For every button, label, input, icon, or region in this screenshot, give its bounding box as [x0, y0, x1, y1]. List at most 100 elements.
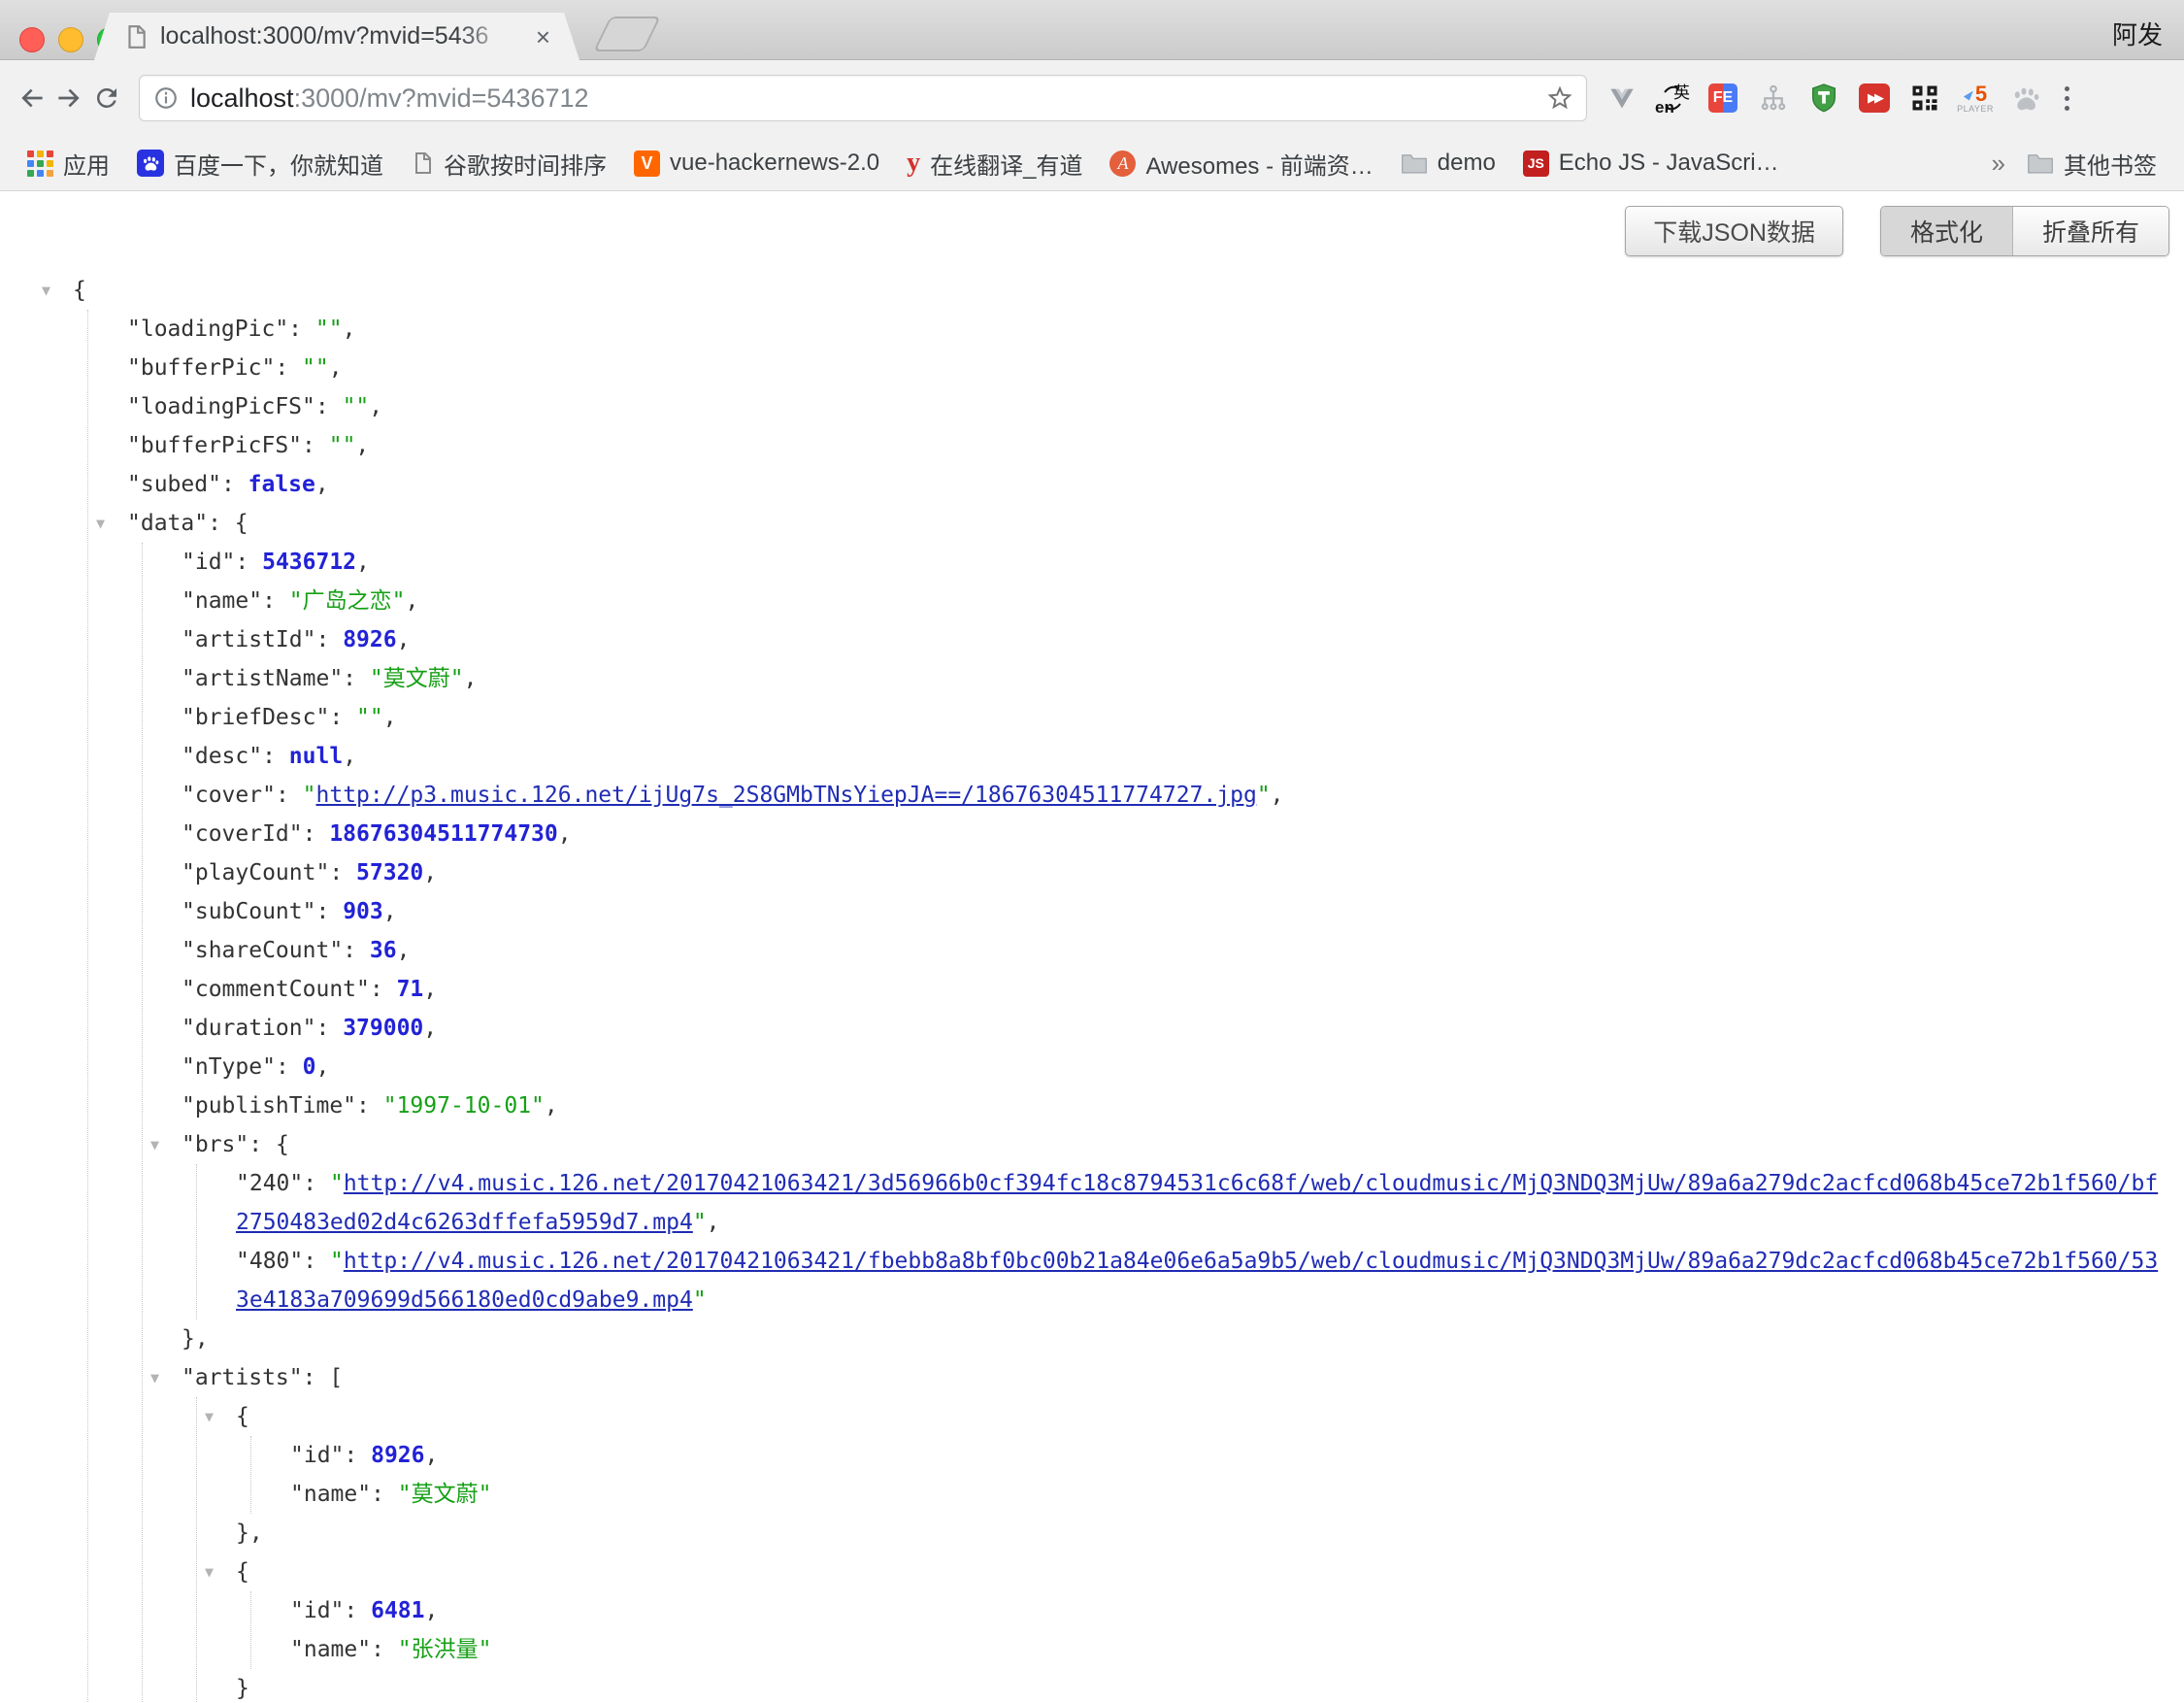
json-punct: }, [236, 1520, 263, 1546]
bookmark-demo-folder[interactable]: demo [1387, 150, 1509, 177]
json-line: "artistId": 8926, [143, 620, 2163, 659]
other-bookmarks-folder[interactable]: 其他书签 [2013, 147, 2170, 181]
collapse-toggle-icon[interactable]: ▼ [42, 271, 50, 310]
json-punct: : [303, 1171, 330, 1196]
json-line: "id": 5436712, [143, 543, 2163, 582]
json-punct: " [303, 783, 316, 808]
collapse-all-button[interactable]: 折叠所有 [2012, 207, 2168, 255]
json-punct: : [356, 1093, 383, 1119]
json-value: "莫文蔚" [398, 1482, 492, 1507]
bookmark-google-sort[interactable]: 谷歌按时间排序 [397, 147, 620, 181]
json-line: "loadingPic": "", [88, 310, 2163, 349]
json-punct: , [545, 1093, 558, 1119]
bookmark-label: demo [1438, 150, 1496, 177]
json-punct: , [397, 938, 411, 963]
json-line: "loadingPicFS": "", [88, 387, 2163, 426]
json-value: 57320 [356, 860, 423, 885]
json-key: "240" [236, 1171, 303, 1196]
minimize-window-icon[interactable] [58, 27, 83, 52]
bookmark-star-icon[interactable] [1545, 83, 1574, 113]
bookmark-echojs[interactable]: JS Echo JS - JavaScri… [1509, 150, 1793, 177]
bookmark-youdao[interactable]: y 在线翻译_有道 [893, 147, 1096, 181]
tampermonkey-shield-icon[interactable] [1806, 79, 1841, 117]
html5-player-icon[interactable]: 5 PLAYER [1958, 79, 1993, 117]
json-value: 36 [370, 938, 397, 963]
json-link[interactable]: http://v4.music.126.net/20170421063421/3… [236, 1171, 2158, 1235]
bookmark-label: 谷歌按时间排序 [444, 147, 607, 181]
folder-icon [1401, 151, 1428, 175]
paw-extension-icon[interactable] [2008, 79, 2043, 117]
json-key: "id" [182, 550, 235, 575]
bookmarks-overflow-icon[interactable]: » [1984, 149, 2013, 179]
json-line: ▼{ [197, 1397, 2163, 1436]
json-key: "subed" [127, 472, 221, 497]
tab-close-icon[interactable]: × [536, 24, 550, 50]
bookmark-baidu[interactable]: 百度一下，你就知道 [123, 147, 397, 181]
page-info-icon[interactable] [153, 85, 179, 111]
json-tree-viewer: ▼{"loadingPic": "","bufferPic": "","load… [0, 259, 2184, 1703]
json-key: "cover" [182, 783, 276, 808]
collapse-toggle-icon[interactable]: ▼ [150, 1358, 159, 1397]
translate-icon[interactable]: 英 en [1655, 79, 1690, 117]
json-key: "id" [290, 1598, 344, 1623]
format-button[interactable]: 格式化 [1881, 207, 2012, 255]
json-punct: : [371, 1637, 398, 1662]
address-bar[interactable]: localhost:3000/mv?mvid=5436712 [139, 75, 1587, 121]
bookmark-apps[interactable]: 应用 [14, 147, 123, 181]
json-line: "coverId": 18676304511774730, [143, 815, 2163, 853]
json-line: "cover": "http://p3.music.126.net/ijUg7s… [143, 776, 2163, 815]
json-key: "publishTime" [182, 1093, 356, 1119]
browser-profile-name[interactable]: 阿发 [2112, 16, 2163, 51]
bookmark-label: 百度一下，你就知道 [174, 147, 383, 181]
json-line: "240": "http://v4.music.126.net/20170421… [197, 1164, 2163, 1242]
json-punct: , [343, 317, 356, 342]
bookmark-vue-hackernews[interactable]: V vue-hackernews-2.0 [620, 150, 893, 177]
json-line: "nType": 0, [143, 1048, 2163, 1086]
window-titlebar: localhost:3000/mv?mvid=5436 × 阿发 [0, 0, 2184, 60]
json-punct: , [424, 1598, 438, 1623]
json-punct: , [397, 627, 411, 652]
fe-extension-icon[interactable]: FE [1705, 79, 1740, 117]
close-window-icon[interactable] [19, 27, 45, 52]
json-punct: " [693, 1287, 707, 1313]
json-value: "" [343, 394, 370, 419]
json-punct: : [262, 588, 289, 614]
json-key: "nType" [182, 1054, 276, 1080]
forward-button[interactable] [50, 77, 87, 119]
json-punct: { [236, 1559, 249, 1585]
json-link[interactable]: http://v4.music.126.net/20170421063421/f… [236, 1249, 2158, 1313]
vue-devtools-icon[interactable] [1605, 79, 1639, 117]
json-value: "" [315, 317, 343, 342]
json-value: 8926 [343, 627, 396, 652]
json-punct: , [707, 1210, 720, 1235]
url-text[interactable]: localhost:3000/mv?mvid=5436712 [190, 83, 1545, 114]
fast-forward-icon[interactable]: ▶▶ [1857, 79, 1892, 117]
json-key: "loadingPic" [127, 317, 288, 342]
refresh-button[interactable] [88, 77, 125, 119]
collapse-toggle-icon[interactable]: ▼ [96, 504, 105, 543]
back-button[interactable] [14, 77, 50, 119]
json-key: "artistName" [182, 666, 343, 691]
json-punct: : [303, 1365, 330, 1390]
json-link[interactable]: http://p3.music.126.net/ijUg7s_2S8GMbTNs… [316, 783, 1257, 808]
json-key: "brs" [182, 1132, 248, 1157]
json-value: 18676304511774730 [329, 821, 557, 847]
browser-menu-icon[interactable] [2065, 86, 2069, 111]
new-tab-button[interactable] [593, 17, 661, 51]
collapse-toggle-icon[interactable]: ▼ [205, 1397, 214, 1436]
json-line: "commentCount": 71, [143, 970, 2163, 1009]
json-punct: : [344, 1598, 371, 1623]
bookmark-label: Echo JS - JavaScri… [1559, 150, 1779, 177]
sitemap-icon[interactable] [1756, 79, 1791, 117]
json-key: "commentCount" [182, 977, 370, 1002]
bookmark-awesomes[interactable]: A Awesomes - 前端资… [1096, 147, 1386, 181]
browser-tab[interactable]: localhost:3000/mv?mvid=5436 × [94, 13, 579, 60]
qr-code-icon[interactable] [1907, 79, 1942, 117]
download-json-button[interactable]: 下载JSON数据 [1625, 206, 1843, 256]
json-key: "bufferPic" [127, 355, 275, 381]
collapse-toggle-icon[interactable]: ▼ [205, 1553, 214, 1591]
json-line: "bufferPicFS": "", [88, 426, 2163, 465]
json-punct: [ [329, 1365, 343, 1390]
json-value: "" [329, 433, 356, 458]
collapse-toggle-icon[interactable]: ▼ [150, 1125, 159, 1164]
